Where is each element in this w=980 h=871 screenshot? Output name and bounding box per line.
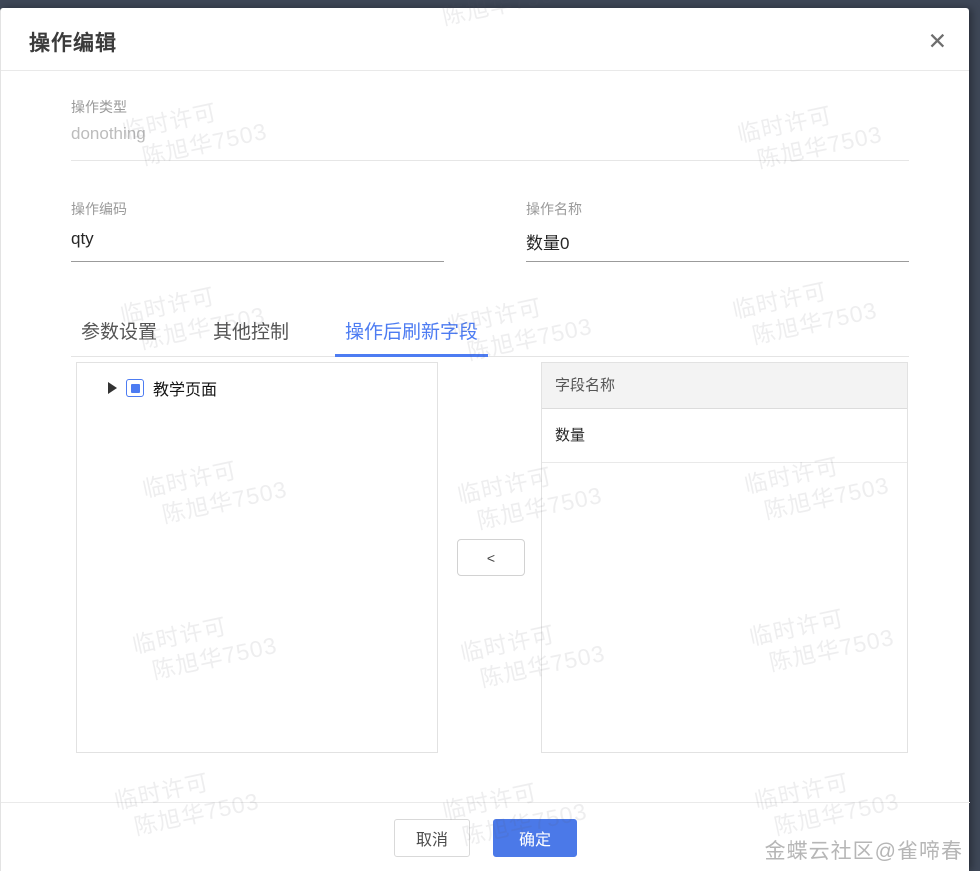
checkbox-indeterminate-mark [130,383,140,393]
page: { "dialog": { "title": "操作编辑", "close_ic… [0,0,980,871]
operation-name-label: 操作名称 [526,201,582,217]
field-table-header: 字段名称 [542,363,907,409]
operation-type-label: 操作类型 [71,99,127,115]
tree-node: 教学页面 [77,363,437,400]
dialog-title: 操作编辑 [29,32,117,55]
operation-type-underline [71,160,909,161]
field-tree-panel: 教学页面 [76,362,438,753]
tab-1[interactable]: 其他控制 [203,317,299,357]
tree-checkbox-indeterminate[interactable] [126,379,144,397]
operation-type-value: donothing [71,124,146,143]
operation-name-input[interactable]: 数量0 [526,229,569,254]
operation-code-input[interactable]: qty [71,229,94,249]
confirm-button[interactable]: 确定 [493,819,577,857]
field-table-body: 数量 [542,409,907,463]
dialog-header: 操作编辑 ✕ [1,8,969,71]
selected-fields-panel: 字段名称 数量 [541,362,908,753]
cancel-button[interactable]: 取消 [394,819,470,857]
tree-expand-icon[interactable] [108,382,117,394]
community-credit: 金蝶云社区@雀啼春 [764,840,963,863]
footer-divider [1,802,970,803]
field-table-row[interactable]: 数量 [542,409,907,463]
move-left-button[interactable]: < [457,539,525,576]
tab-0[interactable]: 参数设置 [71,317,167,357]
operation-edit-dialog: 操作编辑 ✕ 操作类型 donothing 操作编码 qty 操作名称 数量0 … [0,8,970,871]
tab-2[interactable]: 操作后刷新字段 [335,317,489,357]
tab-bar: 参数设置 其他控制 操作后刷新字段 [71,317,909,357]
operation-code-label: 操作编码 [71,201,127,217]
tree-node-label[interactable]: 教学页面 [153,376,217,400]
operation-name-underline [526,261,909,262]
close-icon[interactable]: ✕ [928,30,947,53]
operation-code-underline [71,261,444,262]
